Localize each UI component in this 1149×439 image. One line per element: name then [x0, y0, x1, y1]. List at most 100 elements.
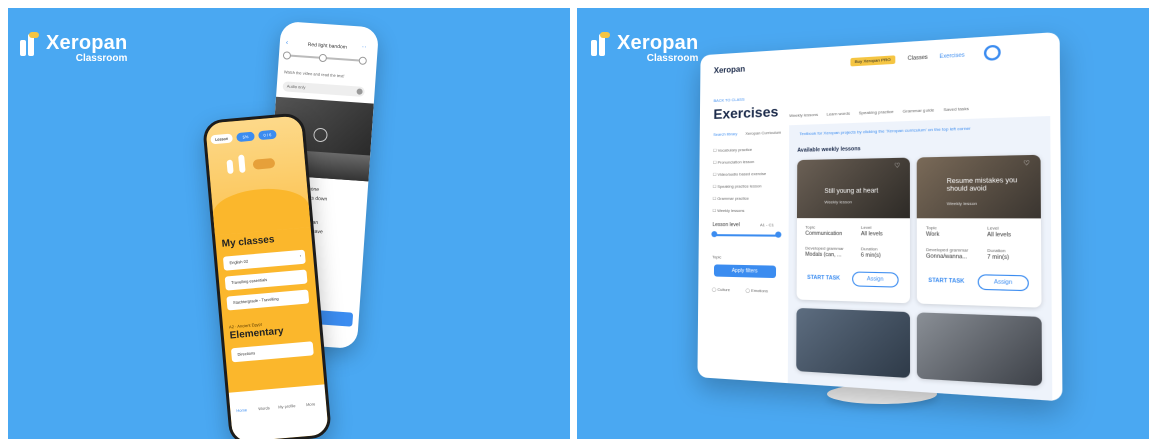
duration-label: Duration — [987, 247, 1006, 254]
filter-label: Speaking practice lesson — [717, 183, 762, 189]
lesson-item[interactable]: Directions — [230, 341, 314, 363]
sidebar-tabs: Search library Xeropan Curriculum — [713, 130, 781, 137]
lesson-banner-title: Still young at heart — [824, 188, 879, 196]
nav-home[interactable]: Home — [236, 407, 247, 413]
avatar[interactable] — [983, 44, 1001, 61]
grammar-value: Modals (can, ... — [805, 251, 842, 259]
assign-button[interactable]: Assign — [977, 274, 1029, 292]
tab-bar: Weekly lessons Learn words Speaking prac… — [789, 106, 969, 118]
level-label: Level — [987, 225, 999, 231]
topic-label: Topic — [925, 224, 937, 231]
class-item-label: Travelling essentials — [230, 276, 268, 286]
tab-xeropan-curriculum[interactable]: Xeropan Curriculum — [745, 130, 781, 136]
filter-checkbox[interactable]: ☐ Weekly lessons — [713, 208, 783, 213]
heart-icon[interactable]: ♡ — [1023, 160, 1030, 168]
lesson-banner-sub: Weekly lesson — [824, 199, 852, 205]
grammar-label: Developed grammar — [925, 246, 969, 253]
figure-shape — [238, 154, 246, 173]
lesson-card[interactable]: Still young at heart Weekly lesson ♡ Top… — [796, 157, 910, 304]
available-lessons-title: Available weekly lessons — [797, 145, 861, 154]
assign-button[interactable]: Assign — [852, 271, 899, 288]
class-item[interactable]: English 02 › — [222, 249, 306, 271]
tag-checkbox[interactable]: ◯ Emotions — [745, 288, 768, 294]
more-icon[interactable]: ·· — [361, 44, 366, 51]
figure-shape — [226, 159, 234, 175]
brand-logo: Xeropan Classroom — [20, 32, 127, 64]
filter-checkbox[interactable]: ☐ Speaking practice lesson — [713, 183, 783, 189]
filter-checkbox[interactable]: ☐ Grammar practice — [713, 195, 783, 201]
nav-more[interactable]: More — [306, 401, 316, 407]
tab-learn-words[interactable]: Learn words — [826, 110, 850, 116]
brand-name: Xeropan — [617, 32, 699, 54]
filter-checkbox[interactable]: ☐ Video/audio based exercise — [713, 171, 783, 177]
progress-step — [318, 53, 328, 63]
filter-label: Pronunciation lesson — [717, 158, 755, 165]
level-value: All levels — [987, 231, 1012, 239]
nav-classes[interactable]: Classes — [908, 54, 928, 62]
lesson-card-partial[interactable] — [916, 312, 1043, 387]
progress-step — [358, 56, 368, 66]
brand-sub: Classroom — [75, 53, 128, 64]
chevron-right-icon: › — [299, 252, 302, 259]
level-label: Lesson level — [712, 222, 740, 229]
class-item[interactable]: Stachtergrade - Travelling — [226, 289, 310, 311]
grammar-label: Developed grammar — [805, 245, 844, 252]
progress-step — [282, 51, 292, 60]
nav-words[interactable]: Words — [258, 405, 270, 411]
toggle-knob — [356, 88, 363, 95]
level-value: All levels — [860, 230, 883, 238]
lesson-banner-title: Resume mistakes you should avoid — [946, 177, 1018, 194]
start-task-link[interactable]: START TASK — [928, 278, 964, 286]
lesson-item-label: Directions — [237, 350, 256, 357]
back-to-class-link[interactable]: BACK TO CLASS — [714, 97, 745, 103]
promo-banner: Xeropan Classroom ‹ Red light bandom ·· … — [0, 0, 1149, 439]
level-slider[interactable] — [711, 231, 782, 238]
tag-checkbox[interactable]: ◯ Culture — [712, 287, 730, 293]
app-logo: Xeropan — [713, 64, 746, 76]
slider-handle-min[interactable] — [711, 231, 718, 238]
heart-icon[interactable]: ♡ — [894, 162, 900, 170]
start-task-link[interactable]: START TASK — [807, 275, 840, 282]
brand-logo: Xeropan Classroom — [591, 32, 698, 64]
section-title: My classes — [221, 234, 275, 250]
filter-checkbox[interactable]: ☐ Pronunciation lesson — [713, 158, 783, 165]
class-item[interactable]: Travelling essentials — [224, 269, 308, 291]
lesson-card[interactable]: Resume mistakes you should avoid Weekly … — [916, 154, 1042, 308]
play-icon[interactable] — [313, 127, 328, 143]
tab-grammar-guide[interactable]: Grammar guide — [903, 107, 935, 114]
topic-value: Work — [925, 231, 940, 239]
filter-label: Video/audio based exercise — [717, 170, 767, 177]
lesson-title: Red light bandom — [307, 41, 348, 51]
filter-checkbox[interactable]: ☐ Vocabulary practice — [713, 146, 783, 153]
desktop-promo-panel: Xeropan Classroom Xeropan Buy Xeropan PR… — [577, 8, 1149, 439]
tag-label: Emotions — [751, 287, 769, 294]
back-icon[interactable]: ‹ — [286, 39, 289, 46]
nav-profile[interactable]: My profile — [278, 403, 296, 409]
topic-label: Topic — [712, 254, 722, 260]
lesson-prompt: Watch the video and read the text! — [283, 69, 345, 79]
duration-value: 6 min(s) — [860, 252, 881, 260]
lesson-banner-sub: Weekly lesson — [946, 200, 978, 207]
audio-toggle[interactable]: Audio only — [282, 81, 365, 97]
filter-label: Grammar practice — [717, 195, 749, 201]
lesson-card-partial[interactable] — [796, 307, 911, 379]
bottom-nav: Home Words My profile More — [228, 384, 329, 439]
slider-handle-max[interactable] — [775, 231, 782, 238]
logo-mark-icon — [20, 32, 42, 58]
nav-exercises[interactable]: Exercises — [939, 52, 964, 60]
apply-filters-button[interactable]: Apply filters — [713, 264, 777, 279]
tab-saved-tasks[interactable]: Saved tasks — [943, 106, 968, 112]
tab-search-library[interactable]: Search library — [713, 131, 737, 137]
brand-sub: Classroom — [646, 53, 699, 64]
tag-label: Culture — [717, 286, 731, 293]
duration-value: 7 min(s) — [987, 254, 1010, 262]
tab-speaking-practice[interactable]: Speaking practice — [859, 109, 894, 116]
level-label: Level — [860, 224, 872, 230]
buy-pro-badge[interactable]: Buy Xeropan PRO — [850, 55, 896, 67]
grammar-value: Gonna/wanna... — [925, 253, 968, 261]
main-content: Textbook for Xeropan projects by clickin… — [787, 115, 1053, 401]
tab-weekly-lessons[interactable]: Weekly lessons — [789, 112, 818, 118]
audio-toggle-label: Audio only — [286, 83, 306, 90]
filter-list: ☐ Vocabulary practice ☐ Pronunciation le… — [712, 146, 782, 220]
mobile-promo-panel: Xeropan Classroom ‹ Red light bandom ·· … — [8, 8, 570, 439]
